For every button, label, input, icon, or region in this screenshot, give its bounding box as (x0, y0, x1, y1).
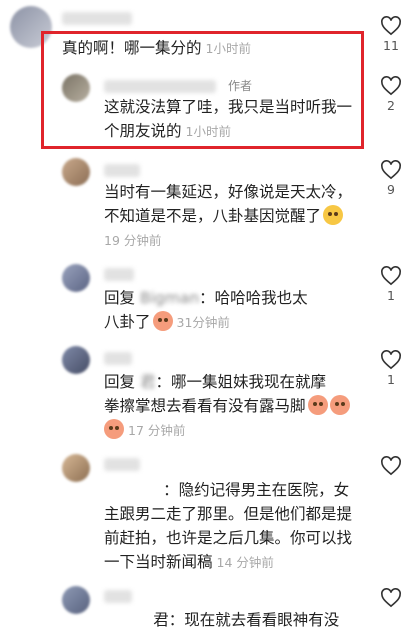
username-blurred[interactable] (104, 80, 216, 93)
comment-text: 当时有一集延迟，好像说是天太冷， 不知道是不是，八卦基因觉醒了 19 分钟前 (104, 183, 353, 248)
username-blurred[interactable] (104, 352, 132, 365)
heart-icon (381, 456, 401, 476)
comment-text: 回复 Bigman：哈哈哈我也太 八卦了 31分钟前 (104, 289, 308, 331)
emoji-icon (307, 395, 328, 415)
emoji-icon (152, 311, 173, 331)
like-button[interactable]: 2 (376, 76, 406, 113)
like-count: 1 (387, 288, 395, 303)
heart-icon (381, 266, 401, 286)
heart-icon (381, 16, 401, 36)
avatar[interactable] (62, 454, 90, 482)
emoji-icon (104, 419, 124, 439)
like-button[interactable]: 1 (376, 266, 406, 303)
comment-time: 19 分钟前 (104, 233, 162, 248)
like-count: 11 (383, 38, 399, 53)
like-button[interactable]: 1 (376, 350, 406, 387)
avatar[interactable] (62, 346, 90, 374)
username-blurred[interactable] (104, 458, 140, 471)
author-tag: 作者 (228, 79, 253, 93)
like-count: 2 (387, 98, 395, 113)
emoji-icon (323, 205, 344, 225)
avatar[interactable] (62, 264, 90, 292)
comment-text: 君：现在就去看看眼神有没 (104, 608, 339, 632)
like-button[interactable] (376, 588, 406, 608)
comment-text: ：隐约记得男主在医院，女 主跟男二走了那里。但是他们都是提 前赶拍，也许是之后几… (104, 481, 353, 571)
like-count: 9 (387, 182, 395, 197)
comment-time: 17 分钟前 (128, 423, 186, 438)
avatar[interactable] (62, 74, 90, 102)
reply-target[interactable] (104, 481, 163, 499)
heart-icon (381, 588, 401, 608)
heart-icon (381, 160, 401, 180)
reply-target[interactable] (104, 611, 153, 629)
avatar[interactable] (62, 586, 90, 614)
reply-target[interactable]: Bigman (140, 289, 199, 307)
heart-icon (381, 350, 401, 370)
comment-time: 31分钟前 (176, 315, 230, 330)
comment-text: 回复 君：哪一集姐妹我现在就摩 拳擦掌想去看看有没有露马脚 17 分钟前 (104, 370, 350, 443)
like-button[interactable]: 9 (376, 160, 406, 197)
avatar[interactable] (62, 158, 90, 186)
like-button[interactable]: 11 (376, 16, 406, 53)
reply-target[interactable]: 君 (140, 373, 156, 391)
comment-time: 1小时前 (185, 124, 231, 139)
like-button[interactable] (376, 456, 406, 476)
username-blurred[interactable] (104, 268, 134, 281)
like-count: 1 (387, 372, 395, 387)
heart-icon (381, 76, 401, 96)
emoji-icon (329, 395, 350, 415)
comment-time: 14 分钟前 (216, 555, 274, 570)
comment-text: 这就没法算了哇，我只是当时听我一 个朋友说的 1小时前 (104, 98, 353, 140)
username-blurred[interactable] (104, 164, 140, 177)
username-blurred[interactable] (62, 12, 132, 25)
username-blurred[interactable] (104, 590, 132, 603)
